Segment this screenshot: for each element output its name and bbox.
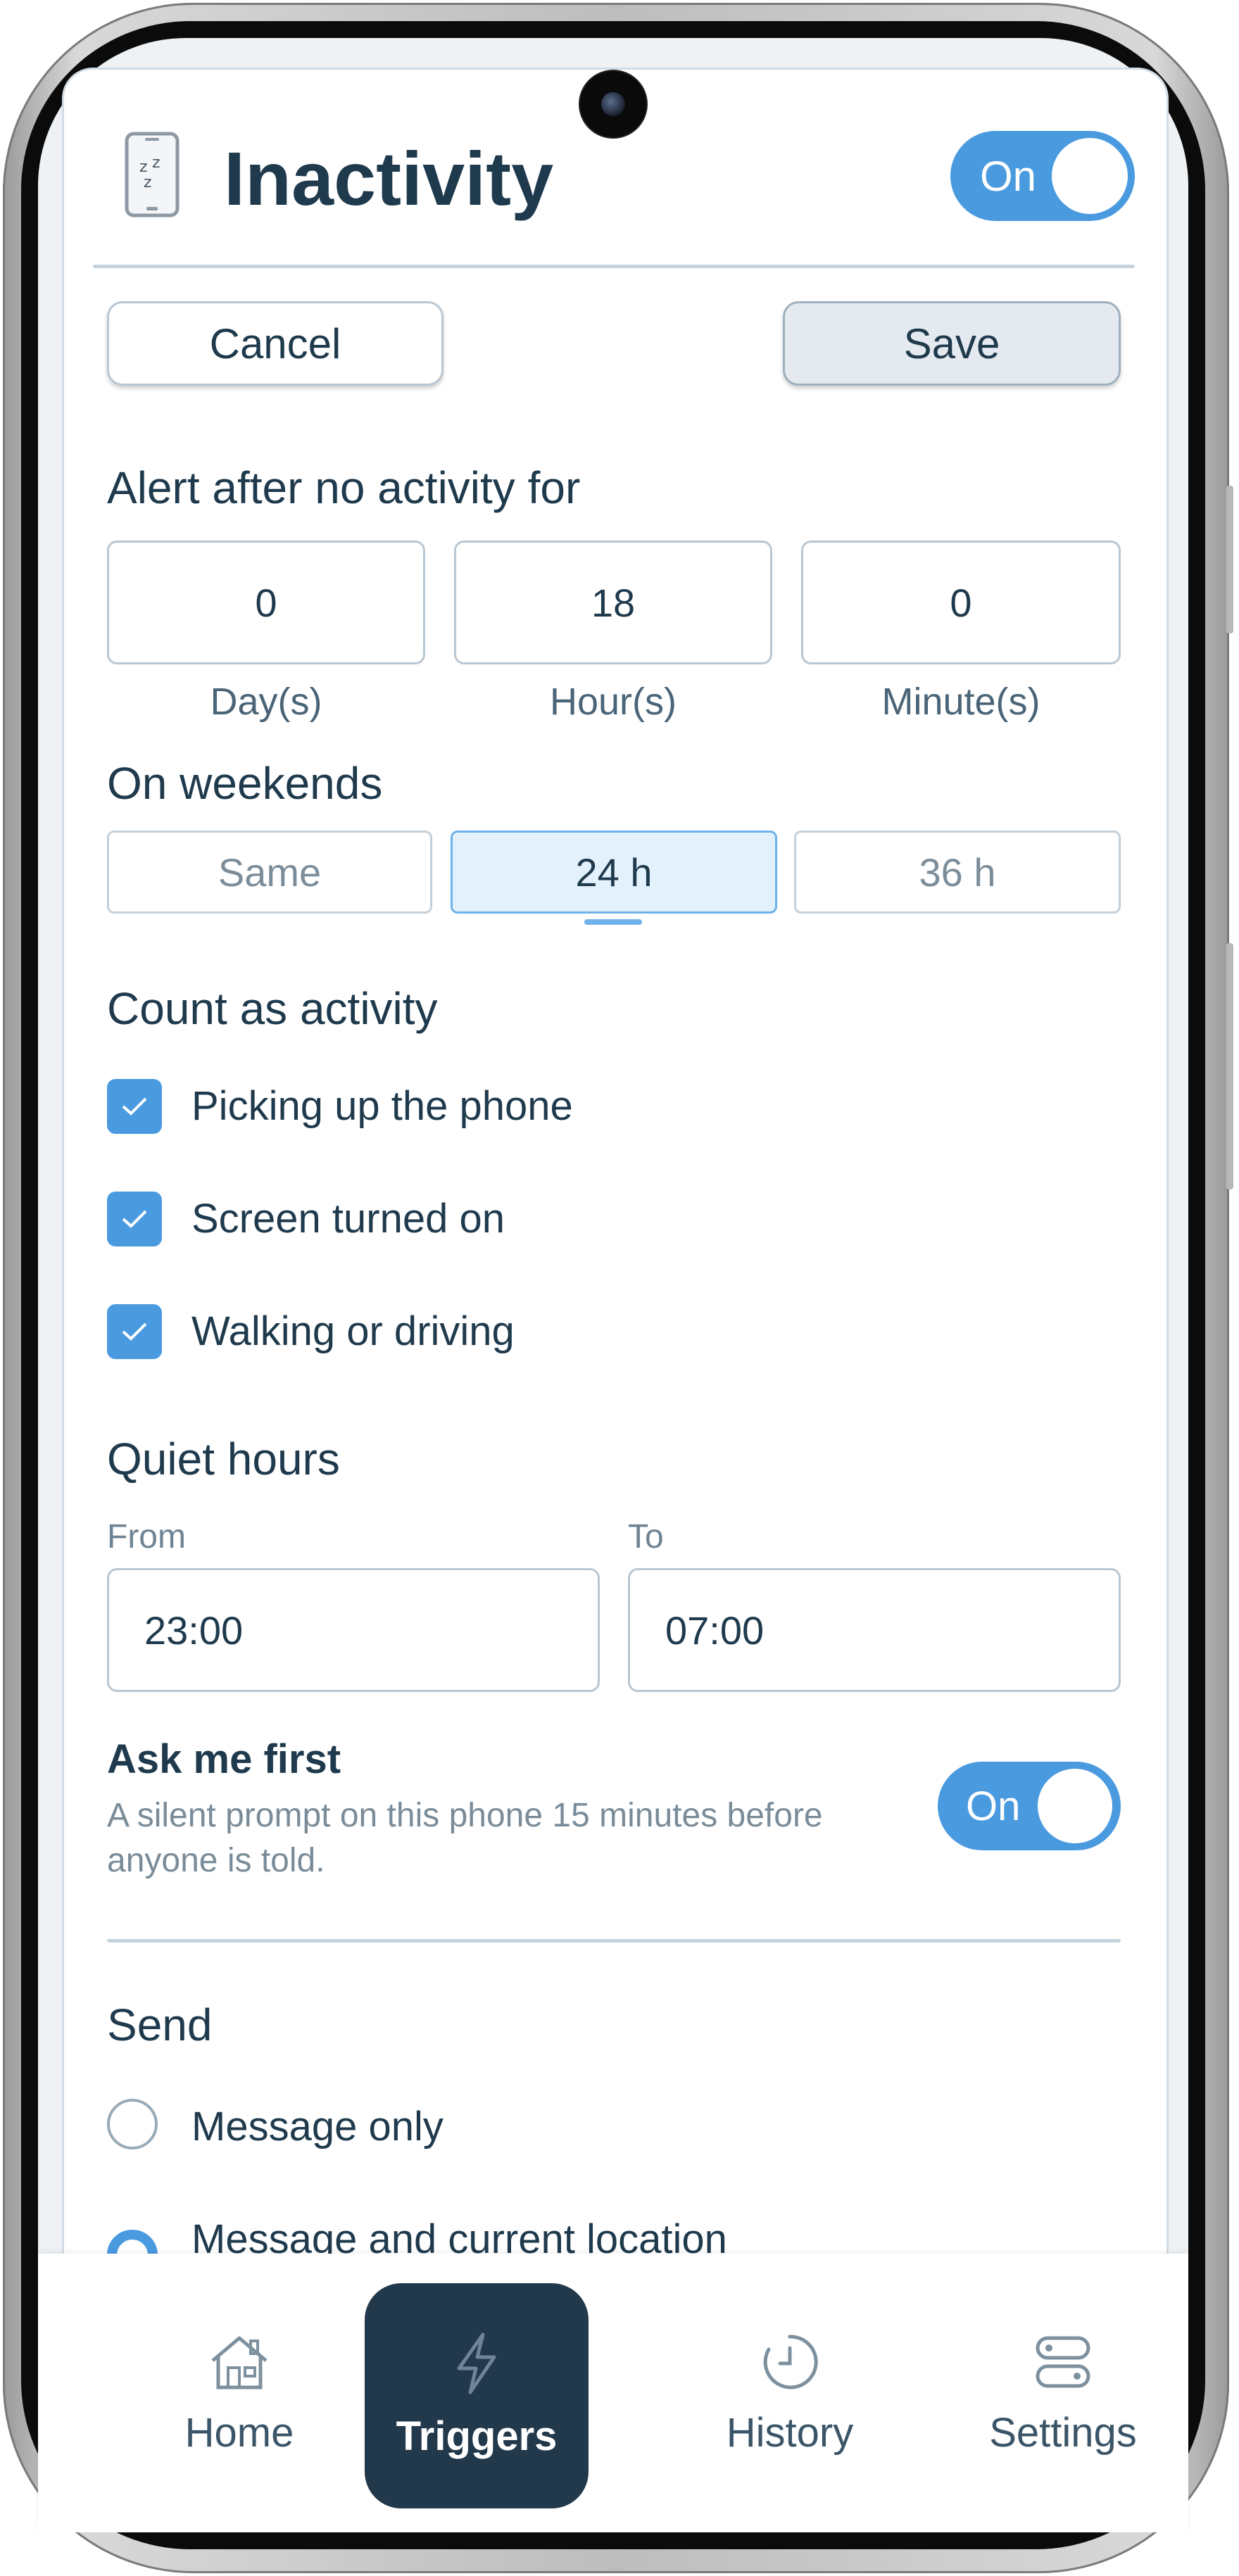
front-camera — [580, 71, 646, 137]
cancel-button[interactable]: Cancel — [107, 301, 444, 386]
nav-settings-label: Settings — [989, 2410, 1137, 2456]
ask-me-first-toggle[interactable]: On — [938, 1762, 1121, 1850]
picking-up-checkbox[interactable] — [107, 1079, 162, 1134]
nav-home[interactable]: Home — [113, 2282, 366, 2507]
nav-settings[interactable]: Settings — [936, 2282, 1190, 2507]
page-title: Inactivity — [224, 136, 554, 221]
from-label: From — [107, 1518, 186, 1555]
screen-on-label: Screen turned on — [191, 1196, 505, 1242]
weekend-option-36h[interactable]: 36 h — [794, 831, 1121, 914]
save-button[interactable]: Save — [783, 301, 1121, 386]
settings-card — [62, 68, 1169, 2280]
svg-text:z: z — [144, 174, 152, 191]
days-input[interactable]: 0 — [107, 541, 425, 664]
ask-me-first-description: A silent prompt on this phone 15 minutes… — [107, 1797, 823, 1879]
bolt-icon — [452, 2332, 501, 2399]
nav-history-label: History — [726, 2410, 854, 2456]
count-as-activity-label: Count as activity — [107, 983, 438, 1034]
message-only-label: Message only — [191, 2104, 444, 2149]
walking-label: Walking or driving — [191, 1308, 515, 1354]
weekends-label: On weekends — [107, 758, 383, 809]
bottom-navigation: Home Triggers History Settings — [38, 2254, 1188, 2532]
toggle-label: On — [980, 152, 1037, 200]
quiet-from-input[interactable]: 23:00 — [107, 1568, 600, 1692]
weekend-option-same[interactable]: Same — [107, 831, 432, 914]
toggle-knob — [1038, 1769, 1112, 1843]
minutes-input[interactable]: 0 — [801, 541, 1121, 664]
minutes-unit-label: Minute(s) — [881, 681, 1040, 723]
hours-unit-label: Hour(s) — [549, 681, 677, 723]
hours-input[interactable]: 18 — [454, 541, 772, 664]
picking-up-label: Picking up the phone — [191, 1083, 573, 1129]
screen-on-checkbox[interactable] — [107, 1192, 162, 1246]
phone-side-button — [1226, 486, 1233, 633]
weekend-option-24h[interactable]: 24 h — [451, 831, 777, 914]
quiet-hours-label: Quiet hours — [107, 1434, 340, 1484]
days-unit-label: Day(s) — [210, 681, 322, 723]
quiet-to-input[interactable]: 07:00 — [628, 1568, 1121, 1692]
walking-checkbox[interactable] — [107, 1304, 162, 1359]
nav-triggers[interactable]: Triggers — [365, 2283, 589, 2508]
to-label: To — [628, 1518, 664, 1555]
home-icon — [207, 2332, 272, 2395]
alert-after-label: Alert after no activity for — [107, 462, 581, 513]
svg-text:z: z — [152, 154, 161, 172]
nav-triggers-label: Triggers — [396, 2413, 558, 2459]
clock-icon — [760, 2332, 819, 2395]
inactivity-toggle[interactable]: On — [950, 131, 1135, 221]
selected-indicator — [584, 919, 642, 925]
toggle-label: On — [966, 1783, 1021, 1829]
ask-me-first-label: Ask me first — [107, 1736, 341, 1782]
section-divider — [107, 1939, 1121, 1943]
toggle-knob — [1052, 138, 1128, 214]
nav-home-label: Home — [184, 2410, 294, 2456]
send-label: Send — [107, 2000, 213, 2050]
header-divider — [93, 265, 1135, 268]
phone-side-button — [1226, 943, 1233, 1189]
message-only-radio[interactable] — [107, 2099, 158, 2149]
sleeping-phone-icon: z z z — [124, 131, 180, 218]
nav-history[interactable]: History — [663, 2282, 917, 2507]
toggles-icon — [1033, 2332, 1093, 2395]
